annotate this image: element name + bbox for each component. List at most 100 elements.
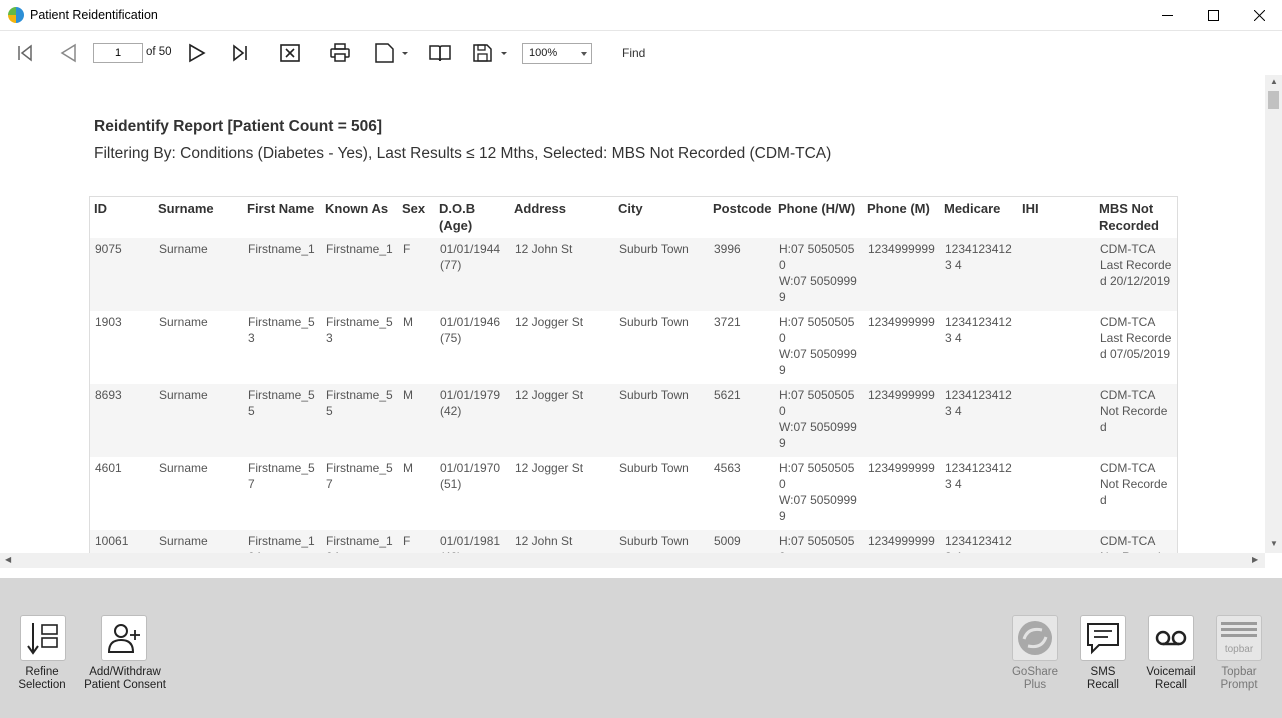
age: (51) [440,477,462,491]
page-setup-button[interactable] [372,31,410,75]
column-header: First Name [247,201,315,216]
table-row[interactable]: 10061 Surname Firstname_104 Firstname_104 F 0… [90,530,1177,553]
dob: 01/01/1944 [440,242,501,256]
goshare-icon [1018,621,1052,655]
topbar-prompt-label: Topbar Prompt [1220,666,1258,691]
patient-id: 10061 [95,534,129,548]
sms-recall-button[interactable] [1080,615,1126,661]
export-button[interactable] [471,31,509,75]
print-button[interactable] [327,31,353,75]
mbs-item: CDM-TCA [1100,242,1156,256]
maximize-button[interactable] [1190,0,1236,31]
stop-icon [280,44,300,62]
surname: Surname [159,315,208,329]
age: (75) [440,331,462,345]
voicemail-recall-button[interactable] [1148,615,1194,661]
table-header-row: ID Surname First Name Known As Sex D.O.B… [90,197,1177,238]
dob: 01/01/1946 [440,315,501,329]
city: Suburb Town [619,461,689,475]
phone-home: H:07 50505050 [779,242,855,272]
phone-work: W:07 50509999 [779,420,857,450]
scrollbar-thumb[interactable] [1268,91,1279,109]
save-icon [473,44,507,62]
sex: F [403,534,411,548]
known-as: Firstname_57 [326,461,393,491]
patient-table: ID Surname First Name Known As Sex D.O.B… [89,196,1178,553]
report-viewer[interactable]: Reidentify Report [Patient Count = 506] … [0,75,1282,568]
address: 12 Jogger St [515,461,584,475]
mbs-status: Last Recorded 20/12/2019 [1100,258,1172,288]
dob: 01/01/1970 [440,461,501,475]
column-header: MBS Not Recorded [1099,201,1159,233]
sex: F [403,242,411,256]
table-row[interactable]: 1903 Surname Firstname_53 Firstname_53 M 01/0… [90,311,1177,384]
phone-mobile: 1234999999 [868,534,935,548]
patient-consent-button[interactable] [101,615,147,661]
sex: M [403,315,413,329]
mbs-status: Not Recorded [1100,477,1168,507]
topbar-logo-icon: topbar [1221,622,1257,655]
column-header: City [618,201,643,216]
zoom-select[interactable]: 100% [522,43,592,64]
zoom-value: 100% [529,47,558,59]
column-header: Medicare [944,201,1001,216]
column-header: ID [94,201,107,216]
previous-page-icon [60,43,76,63]
table-row[interactable]: 8693 Surname Firstname_55 Firstname_55 M 01/0… [90,384,1177,457]
filter-description: Filtering By: Conditions (Diabetes - Yes… [94,145,832,162]
age: (77) [440,258,462,272]
refine-selection-button[interactable] [20,615,66,661]
table-row[interactable]: 4601 Surname Firstname_57 Firstname_57 M 01/0… [90,457,1177,530]
first-name: Firstname_104 [248,534,315,553]
mbs-status: Not Recorded [1100,404,1168,434]
find-link[interactable]: Find [622,46,645,60]
refine-selection-label: Refine Selection [18,666,66,691]
column-header: Known As [325,201,389,216]
column-header: IHI [1022,201,1039,216]
address: 12 John St [515,534,573,548]
surname: Surname [159,388,208,402]
previous-page-button[interactable] [55,31,81,75]
last-page-button[interactable] [227,31,253,75]
surname: Surname [159,461,208,475]
first-name: Firstname_55 [248,388,315,418]
topbar-logo-text: topbar [1225,644,1254,655]
topbar-prompt-button[interactable]: topbar [1216,615,1262,661]
table-row[interactable]: 9075 Surname Firstname_1 Firstname_1 F 01/01/… [90,238,1177,311]
medicare-number: 12341234123 4 [945,242,1012,272]
stop-button[interactable] [277,31,303,75]
close-button[interactable] [1236,0,1282,31]
message-icon [1087,623,1119,655]
scroll-down-icon[interactable]: ▼ [1270,539,1278,548]
report-toolbar: of 50 100% Find [0,31,1282,75]
scroll-right-icon[interactable]: ▶ [1252,555,1258,564]
patient-id: 1903 [95,315,122,329]
address: 12 John St [515,242,573,256]
postcode: 4563 [714,461,741,475]
mbs-item: CDM-TCA [1100,534,1156,548]
postcode: 5009 [714,534,741,548]
column-header: D.O.B (Age) [439,201,476,233]
phone-work: W:07 50509999 [779,347,857,377]
page-setup-icon [375,43,408,63]
patient-id: 4601 [95,461,122,475]
goshare-plus-button[interactable] [1012,615,1058,661]
next-page-button[interactable] [184,31,210,75]
mbs-item: CDM-TCA [1100,315,1156,329]
page-number-input[interactable] [93,43,143,63]
first-page-button[interactable] [12,31,38,75]
column-header: Surname [158,201,214,216]
app-logo-icon [8,7,24,23]
age: (42) [440,404,462,418]
layout-view-button[interactable] [427,31,453,75]
patient-consent-label: Add/Withdraw Patient Consent [84,666,166,691]
voicemail-icon [1155,630,1187,646]
scroll-up-icon[interactable]: ▲ [1270,77,1278,86]
vertical-scrollbar[interactable]: ▲ ▼ [1265,75,1282,553]
scroll-left-icon[interactable]: ◀ [5,555,11,564]
next-page-icon [189,43,206,63]
phone-mobile: 1234999999 [868,461,935,475]
horizontal-scrollbar[interactable]: ◀ ▶ [0,553,1265,568]
first-name: Firstname_57 [248,461,315,491]
minimize-button[interactable] [1144,0,1190,31]
